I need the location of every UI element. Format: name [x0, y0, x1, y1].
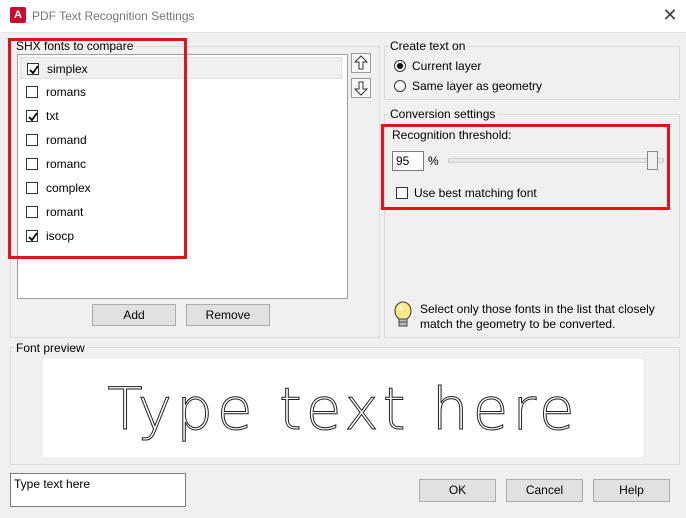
move-up-button[interactable] [351, 53, 371, 73]
radio-same-layer[interactable] [394, 80, 406, 92]
add-button[interactable]: Add [92, 304, 176, 326]
radio-current-layer-label: Current layer [412, 59, 482, 73]
threshold-input[interactable]: 95 [392, 151, 424, 171]
remove-button[interactable]: Remove [186, 304, 270, 326]
conversion-settings-group-label: Conversion settings [388, 107, 498, 121]
lightbulb-icon [394, 301, 412, 334]
list-item-isocp[interactable]: isocp [20, 225, 342, 247]
checkbox-romant[interactable] [26, 206, 38, 218]
shx-fonts-group-label: SHX fonts to compare [14, 39, 136, 53]
checkbox-romans[interactable] [26, 86, 38, 98]
list-item-romand[interactable]: romand [20, 129, 342, 151]
arrow-down-icon [353, 81, 369, 96]
font-name-romanc: romanc [46, 157, 87, 171]
preview-sample: Type text here [107, 375, 578, 444]
font-preview-area: Type text here [43, 359, 643, 457]
list-item-complex[interactable]: complex [20, 177, 342, 199]
best-match-label: Use best matching font [414, 186, 537, 200]
font-name-romant: romant [46, 205, 84, 219]
checkbox-romand[interactable] [26, 134, 38, 146]
threshold-unit: % [428, 154, 439, 168]
best-match-checkbox[interactable] [396, 187, 408, 199]
threshold-slider-track[interactable] [448, 158, 664, 163]
checkbox-complex[interactable] [26, 182, 38, 194]
list-item-txt[interactable]: txt [20, 105, 342, 127]
list-item-romans[interactable]: romans [20, 81, 342, 103]
checkbox-isocp[interactable] [26, 230, 38, 242]
font-name-romand: romand [46, 133, 87, 147]
threshold-slider-thumb[interactable] [647, 151, 658, 170]
tip-line-2: match the geometry to be converted. [420, 317, 616, 331]
font-name-complex: complex [46, 181, 91, 195]
font-preview-group-label: Font preview [14, 341, 87, 355]
shx-font-list[interactable]: simplex romans txt romand romanc complex… [17, 54, 348, 299]
preview-sample-text: Type text here [107, 375, 578, 443]
checkbox-romanc[interactable] [26, 158, 38, 170]
list-item-simplex[interactable]: simplex [20, 57, 342, 79]
cancel-button[interactable]: Cancel [506, 479, 583, 502]
radio-current-layer[interactable] [394, 60, 406, 72]
create-text-group-label: Create text on [388, 39, 468, 53]
font-name-romans: romans [46, 85, 87, 99]
radio-same-layer-label: Same layer as geometry [412, 79, 543, 93]
ok-button[interactable]: OK [419, 479, 496, 502]
font-name-txt: txt [46, 109, 59, 123]
checkbox-simplex[interactable] [27, 63, 39, 75]
preview-text-input[interactable]: Type text here [10, 473, 186, 507]
checkbox-txt[interactable] [26, 110, 38, 122]
tip-line-1: Select only those fonts in the list that… [420, 302, 655, 316]
font-name-isocp: isocp [46, 229, 75, 243]
arrow-up-icon [353, 55, 369, 70]
font-name-simplex: simplex [47, 62, 88, 76]
help-button[interactable]: Help [593, 479, 670, 502]
recognition-threshold-label: Recognition threshold: [392, 128, 512, 142]
list-item-romant[interactable]: romant [20, 201, 342, 223]
list-item-romanc[interactable]: romanc [20, 153, 342, 175]
autocad-app-icon: A [10, 7, 26, 23]
window-title: PDF Text Recognition Settings [32, 9, 195, 23]
close-icon[interactable]: ✕ [658, 3, 682, 27]
move-down-button[interactable] [351, 78, 371, 98]
